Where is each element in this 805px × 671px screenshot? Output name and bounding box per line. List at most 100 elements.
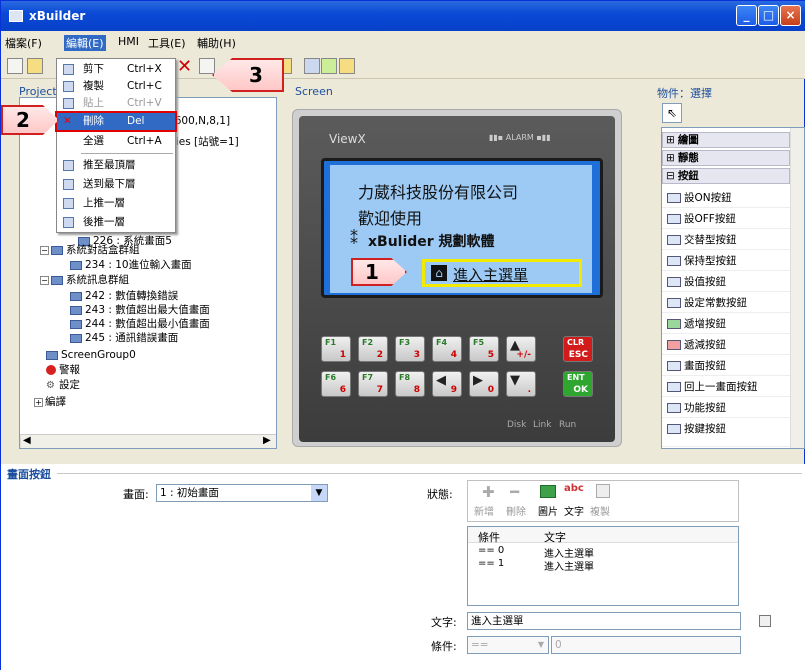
object-item-hold-button[interactable]: 保持型按鈕 [662, 251, 790, 271]
text-button[interactable]: 文字 [564, 503, 584, 518]
duplicate-icon[interactable] [596, 484, 610, 498]
tree-item[interactable]: 245 : 通訊錯誤畫面 [70, 331, 178, 345]
group-drawing[interactable]: ⊞ 繪圖 [662, 132, 790, 148]
chevron-down-icon[interactable]: ▼ [311, 485, 327, 501]
object-item-function-button[interactable]: 功能按鈕 [662, 398, 790, 418]
open-file-icon[interactable] [27, 58, 43, 74]
text-icon[interactable]: abc [564, 483, 584, 494]
key-clr-esc[interactable]: CLR ESC [563, 336, 593, 362]
key-down[interactable]: ▼. [506, 371, 536, 397]
object-item-increment-button[interactable]: 遞增按鈕 [662, 314, 790, 334]
key-f5[interactable]: F5 5 [469, 336, 499, 362]
tree-item[interactable]: ScreenGroup0 [46, 348, 136, 362]
object-item-set-value-button[interactable]: 設值按鈕 [662, 272, 790, 292]
object-item-key-button[interactable]: 按鍵按鈕 [662, 419, 790, 447]
menu-hmi[interactable]: HMI [118, 35, 139, 48]
menu-item-bring-to-front[interactable]: 推至最頂層 [57, 157, 175, 174]
menu-edit[interactable]: 編輯(E) [64, 35, 106, 51]
key-f1[interactable]: F1 1 [321, 336, 351, 362]
table-row[interactable]: == 1 進入主選單 [468, 558, 738, 573]
menu-tools[interactable]: 工具(E) [148, 35, 186, 51]
key-ent-ok[interactable]: ENT OK [563, 371, 593, 397]
menu-item-paste[interactable]: 貼上 Ctrl+V [57, 95, 175, 112]
text-input[interactable]: 進入主選單 [467, 612, 741, 630]
col-condition-header[interactable]: 條件 [478, 529, 538, 545]
object-item-decrement-button[interactable]: 遞減按鈕 [662, 335, 790, 355]
tree-item[interactable]: 234 : 10進位輸入畫面 [70, 258, 192, 272]
bring-forward-icon [63, 198, 74, 209]
condition-operator-select[interactable]: == ▼ [467, 636, 549, 654]
tree-item[interactable]: − 系統訊息群組 [40, 273, 129, 287]
menu-file[interactable]: 檔案(F) [5, 35, 42, 51]
table-row[interactable]: == 0 進入主選單 [468, 545, 738, 560]
horizontal-scrollbar[interactable]: ◀ ▶ [20, 434, 276, 448]
object-item-toggle-button[interactable]: 交替型按鈕 [662, 230, 790, 250]
object-item-screen-button[interactable]: 畫面按鈕 [662, 356, 790, 376]
menu-item-send-backward[interactable]: 後推一層 [57, 214, 175, 231]
scroll-left-icon[interactable]: ◀ [23, 435, 31, 446]
menu-item-select-all[interactable]: 全選 Ctrl+A [57, 133, 175, 150]
key-f3[interactable]: F3 3 [395, 336, 425, 362]
pointer-tool[interactable]: ⇖ [662, 103, 682, 123]
menu-item-send-to-back[interactable]: 送到最下層 [57, 176, 175, 193]
scroll-right-icon[interactable]: ▶ [263, 435, 271, 446]
duplicate-button[interactable]: 複製 [590, 503, 610, 518]
text-label: 文字: [431, 616, 457, 629]
menu-item-bring-forward[interactable]: 上推一層 [57, 195, 175, 212]
object-item-off-button[interactable]: 設OFF按鈕 [662, 209, 790, 229]
menu-help[interactable]: 輔助(H) [197, 35, 236, 51]
screen-icon [70, 291, 82, 301]
key-f8[interactable]: F8 8 [395, 371, 425, 397]
add-icon[interactable]: ✚ [482, 483, 495, 501]
remove-icon[interactable]: ━ [510, 483, 519, 501]
condition-value-input[interactable]: 0 [551, 636, 741, 654]
screen-select[interactable]: 1 : 初始畫面 ▼ [156, 484, 328, 502]
menu-item-delete[interactable]: ✕ 刪除 Del [55, 111, 177, 132]
tree-item[interactable]: 243 : 數值超出最大值畫面 [70, 303, 210, 317]
tree-item[interactable]: − 系統對話盒群組 [40, 243, 140, 257]
key-right[interactable]: ▶ 0 [469, 371, 499, 397]
collapse-icon[interactable]: − [40, 275, 49, 285]
group-static[interactable]: ⊞ 靜態 [662, 150, 790, 166]
objects-scrollbar[interactable] [790, 128, 804, 448]
align-icon[interactable] [339, 58, 355, 74]
add-state-button[interactable]: 新增 [474, 503, 494, 518]
collapse-icon[interactable]: − [40, 245, 49, 255]
object-item-back-button[interactable]: 回上一畫面按鈕 [662, 377, 790, 397]
key-f4[interactable]: F4 4 [432, 336, 462, 362]
layer-bottom-icon[interactable] [304, 58, 320, 74]
new-file-icon[interactable] [7, 58, 23, 74]
picture-icon[interactable] [540, 485, 556, 498]
key-left[interactable]: ◀ 9 [432, 371, 462, 397]
col-text-header[interactable]: 文字 [544, 529, 664, 545]
key-up[interactable]: ▲ +/- [506, 336, 536, 362]
copy-toolbar-icon[interactable] [199, 58, 215, 74]
tree-item[interactable]: 244 : 數值超出最小值畫面 [70, 317, 210, 331]
arrange-icon[interactable] [321, 58, 337, 74]
expand-icon[interactable]: + [34, 397, 43, 407]
screen-tab[interactable]: Screen [295, 85, 333, 98]
tree-item[interactable]: + 編譯 [34, 395, 66, 409]
key-f7[interactable]: F7 7 [358, 371, 388, 397]
tree-item[interactable]: 242 : 數值轉換錯誤 [70, 289, 178, 303]
menu-item-copy[interactable]: 複製 Ctrl+C [57, 78, 175, 95]
minimize-button[interactable]: _ [736, 5, 757, 26]
key-f2[interactable]: F2 2 [358, 336, 388, 362]
text-copy-icon[interactable] [759, 615, 771, 627]
delete-toolbar-icon[interactable]: ✕ [177, 56, 192, 77]
close-button[interactable]: × [780, 5, 801, 26]
remove-state-button[interactable]: 刪除 [506, 503, 526, 518]
menu-item-cut[interactable]: 剪下 Ctrl+X [57, 61, 175, 78]
picture-button[interactable]: 圖片 [538, 503, 558, 518]
tree-item[interactable]: 警報 [46, 363, 80, 377]
main-menu-button[interactable]: ⌂ 進入主選單 [422, 259, 582, 287]
tree-item[interactable]: ⚙ 設定 [46, 378, 80, 392]
key-f6[interactable]: F6 6 [321, 371, 351, 397]
object-item-set-constant-button[interactable]: 設定常數按鈕 [662, 293, 790, 313]
chevron-down-icon[interactable]: ▼ [534, 637, 548, 653]
group-buttons[interactable]: ⊟ 按鈕 [662, 168, 790, 184]
title-bar[interactable]: xBuilder _ □ × [1, 1, 805, 31]
maximize-button[interactable]: □ [758, 5, 779, 26]
properties-panel: 畫面按鈕 畫面: 1 : 初始畫面 ▼ 狀態: ✚ 新增 ━ 刪除 圖片 abc… [1, 464, 805, 671]
object-item-on-button[interactable]: 設ON按鈕 [662, 188, 790, 208]
